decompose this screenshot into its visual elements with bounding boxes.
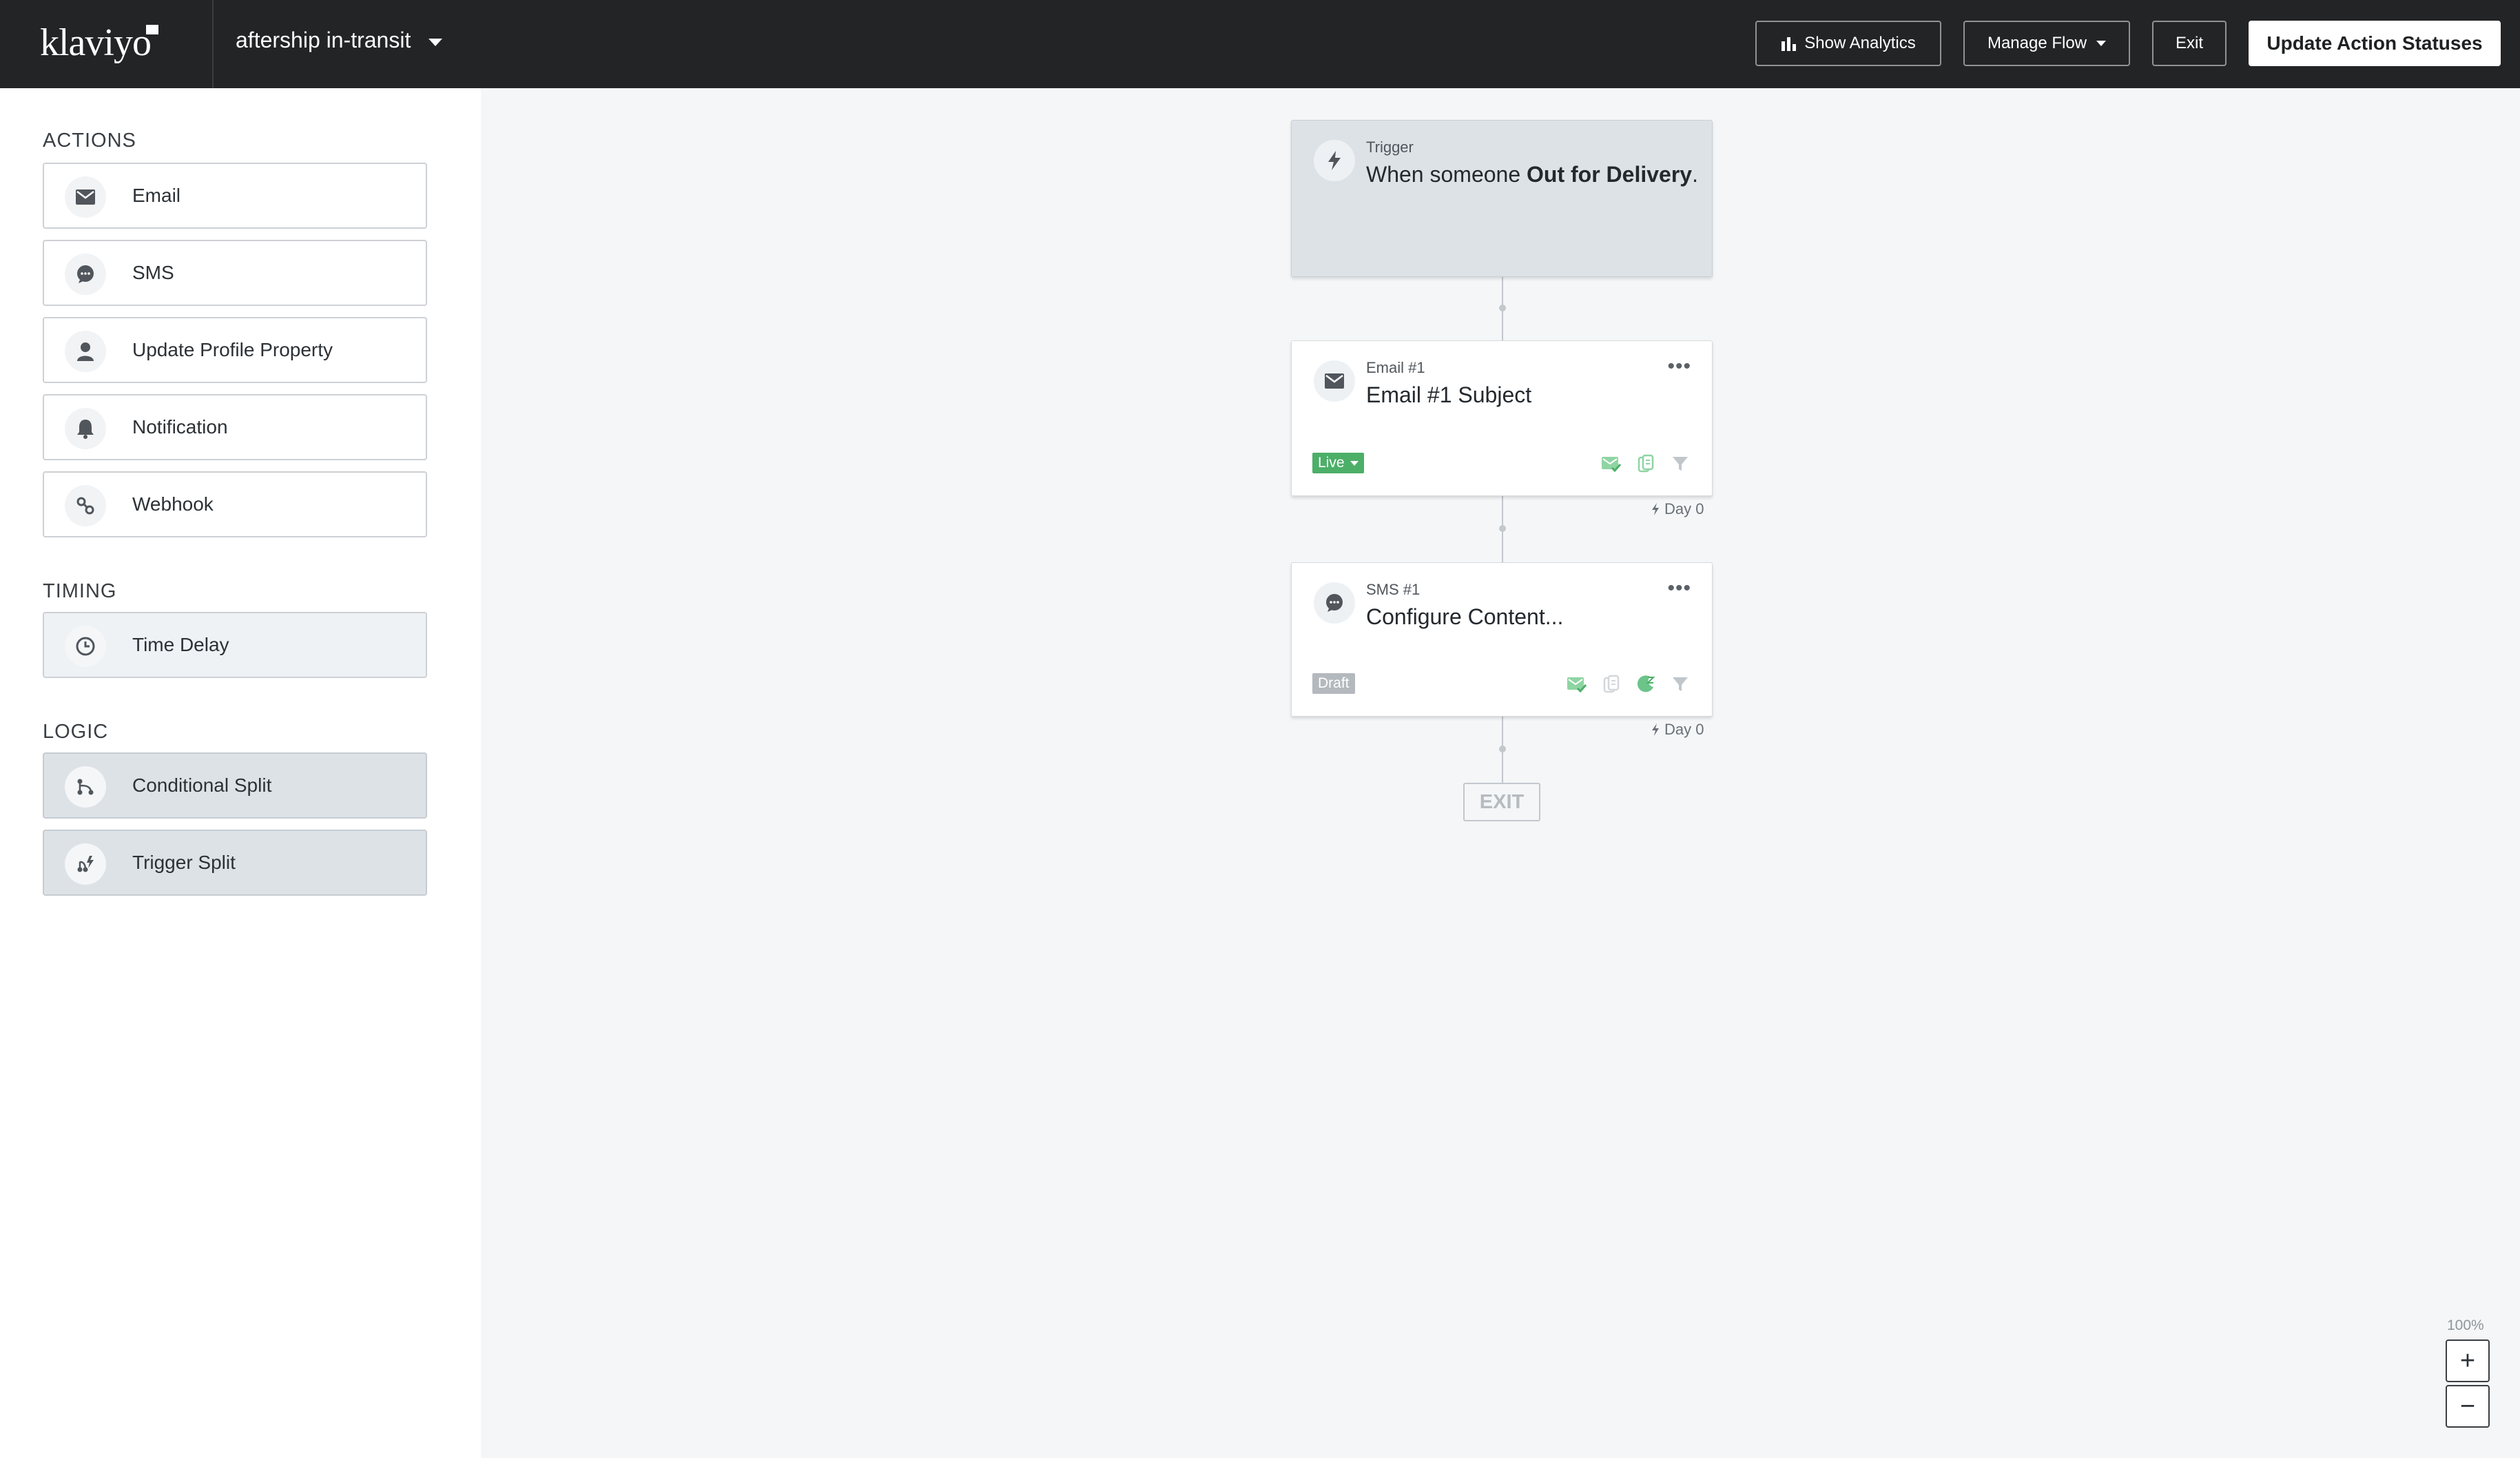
add-step-dot[interactable]: [1499, 746, 1506, 752]
utm-tracking-icon[interactable]: [1600, 673, 1622, 695]
logic-section-title: LOGIC: [43, 721, 109, 743]
filter-icon[interactable]: [1669, 453, 1691, 475]
lightning-icon: [1652, 503, 1659, 515]
email-node-timing: Day 0: [1651, 500, 1704, 518]
trigger-split-icon: [65, 843, 106, 885]
action-email[interactable]: Email: [43, 163, 427, 229]
envelope-icon: [65, 176, 106, 218]
sms-node-type: SMS #1: [1366, 581, 1421, 598]
chevron-down-icon: [1350, 460, 1359, 466]
flow-name-dropdown[interactable]: aftership in-transit: [236, 28, 411, 53]
sms-node-card[interactable]: SMS #1 Configure Content... ••• Draft: [1291, 562, 1713, 717]
sms-node-timing: Day 0: [1651, 721, 1704, 739]
zoom-in-button[interactable]: +: [2446, 1339, 2490, 1382]
status-badge-label: Draft: [1318, 675, 1350, 691]
add-step-dot[interactable]: [1499, 305, 1506, 311]
show-analytics-label: Show Analytics: [1804, 34, 1916, 52]
zoom-level: 100%: [2447, 1317, 2484, 1333]
webhook-icon: [65, 485, 106, 526]
email-node-card[interactable]: Email #1 Email #1 Subject ••• Live: [1291, 340, 1713, 496]
email-node-title: Email #1 Subject: [1366, 382, 1532, 407]
chat-bubble-icon: [1314, 582, 1355, 624]
node-settings-icons: [1566, 673, 1691, 695]
actions-section-title: ACTIONS: [43, 130, 136, 152]
show-analytics-button[interactable]: Show Analytics: [1755, 21, 1941, 66]
chat-bubble-icon: [65, 254, 106, 295]
action-notification[interactable]: Notification: [43, 394, 427, 460]
action-email-label: Email: [132, 185, 181, 206]
manage-flow-label: Manage Flow: [1987, 34, 2087, 52]
action-sms-label: SMS: [132, 262, 174, 283]
action-time-delay-label: Time Delay: [132, 634, 229, 655]
timing-section-title: TIMING: [43, 580, 117, 602]
action-notification-label: Notification: [132, 416, 228, 438]
lightning-icon: [1652, 723, 1659, 736]
email-node-day: Day 0: [1664, 500, 1704, 517]
person-icon: [65, 331, 106, 372]
envelope-icon: [1314, 360, 1355, 402]
trigger-prefix: When someone: [1366, 162, 1521, 187]
chevron-down-icon: [2096, 41, 2107, 46]
utm-tracking-icon[interactable]: [1635, 453, 1657, 475]
sms-node-title: Configure Content...: [1366, 604, 1564, 629]
clock-icon: [65, 626, 106, 667]
sidebar: ACTIONS Email SMS Update Profile Propert…: [0, 88, 481, 1458]
action-webhook[interactable]: Webhook: [43, 471, 427, 537]
more-options-icon[interactable]: •••: [1667, 578, 1691, 599]
filter-icon[interactable]: [1669, 673, 1691, 695]
action-update-profile-property[interactable]: Update Profile Property: [43, 317, 427, 383]
trigger-suffix: .: [1692, 162, 1698, 187]
update-action-statuses-button[interactable]: Update Action Statuses: [2249, 21, 2501, 66]
action-update-profile-property-label: Update Profile Property: [132, 339, 333, 360]
trigger-description: When someone Out for Delivery.: [1366, 162, 1698, 187]
more-options-icon[interactable]: •••: [1667, 356, 1691, 377]
status-badge-draft[interactable]: Draft: [1312, 673, 1355, 694]
exit-button[interactable]: Exit: [2152, 21, 2227, 66]
klaviyo-logo[interactable]: klaviyo: [40, 21, 152, 65]
trigger-event: Out for Delivery: [1527, 162, 1693, 187]
smart-sending-icon[interactable]: [1600, 453, 1622, 475]
lightning-icon: [1314, 140, 1355, 181]
bar-chart-icon: [1781, 37, 1797, 51]
action-webhook-label: Webhook: [132, 493, 214, 515]
top-bar: klaviyo aftership in-transit Show Analyt…: [0, 0, 2520, 88]
smart-sending-icon[interactable]: [1566, 673, 1588, 695]
logo-flag-icon: [146, 25, 158, 34]
action-trigger-split-label: Trigger Split: [132, 852, 236, 873]
manage-flow-button[interactable]: Manage Flow: [1963, 21, 2130, 66]
add-step-dot[interactable]: [1499, 525, 1506, 532]
trigger-type-label: Trigger: [1366, 138, 1414, 156]
status-badge-live[interactable]: Live: [1312, 453, 1364, 473]
quiet-hours-icon[interactable]: [1635, 673, 1657, 695]
action-conditional-split-label: Conditional Split: [132, 774, 272, 796]
bell-icon: [65, 408, 106, 449]
flow-exit-node: EXIT: [1463, 783, 1540, 821]
zoom-out-button[interactable]: −: [2446, 1385, 2490, 1428]
action-conditional-split[interactable]: Conditional Split: [43, 752, 427, 819]
split-icon: [65, 766, 106, 808]
exit-label: Exit: [2175, 34, 2203, 52]
action-sms[interactable]: SMS: [43, 240, 427, 306]
action-time-delay[interactable]: Time Delay: [43, 612, 427, 678]
chevron-down-icon[interactable]: [428, 39, 442, 46]
status-badge-label: Live: [1318, 455, 1345, 471]
action-trigger-split[interactable]: Trigger Split: [43, 830, 427, 896]
node-settings-icons: [1600, 453, 1691, 475]
sms-node-day: Day 0: [1664, 721, 1704, 738]
header-divider: [212, 0, 214, 88]
trigger-card[interactable]: Trigger When someone Out for Delivery.: [1291, 120, 1713, 277]
email-node-type: Email #1: [1366, 359, 1425, 376]
